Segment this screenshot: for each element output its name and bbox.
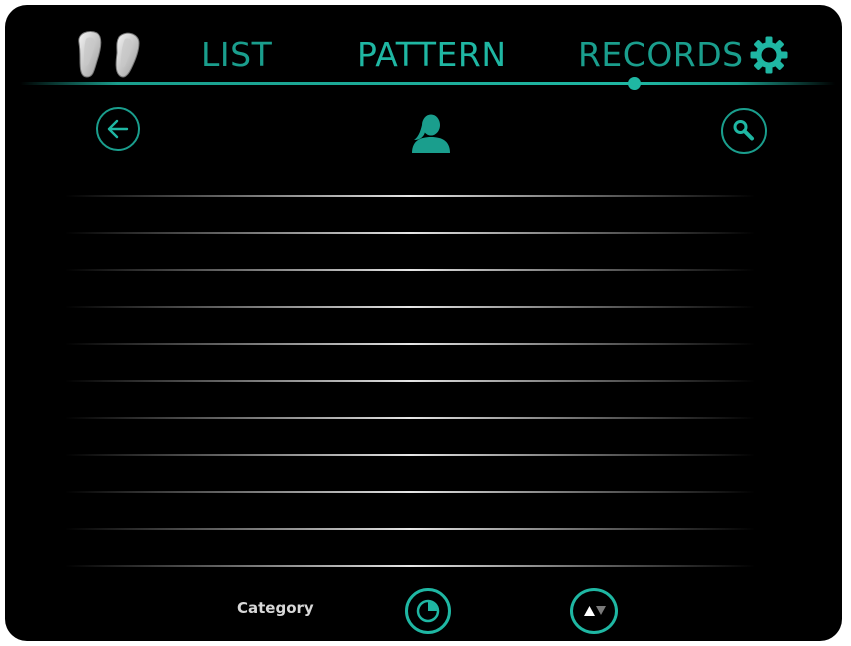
app-screen: LIST PATTERN RECORDS Category xyxy=(5,5,842,641)
row-divider xyxy=(65,417,755,419)
arrow-left-icon xyxy=(107,119,129,139)
row-divider xyxy=(65,565,755,567)
sort-up-down-icon xyxy=(584,606,606,616)
search-icon xyxy=(733,120,754,141)
footprints-logo-icon xyxy=(78,30,140,78)
row-divider xyxy=(65,528,755,530)
category-label[interactable]: Category xyxy=(237,599,314,617)
gear-icon[interactable] xyxy=(749,35,789,75)
tab-records[interactable]: RECORDS xyxy=(578,35,744,75)
row-divider xyxy=(65,195,755,197)
person-icon xyxy=(412,114,450,153)
row-divider xyxy=(65,343,755,345)
pie-chart-icon xyxy=(416,599,440,623)
nav-position-indicator xyxy=(628,77,641,90)
row-divider xyxy=(65,380,755,382)
row-divider xyxy=(65,306,755,308)
row-divider xyxy=(65,491,755,493)
sort-button[interactable] xyxy=(570,588,618,634)
back-button[interactable] xyxy=(96,107,140,151)
row-divider xyxy=(65,454,755,456)
search-button[interactable] xyxy=(721,108,767,154)
row-divider xyxy=(65,269,755,271)
row-divider xyxy=(65,232,755,234)
tab-list[interactable]: LIST xyxy=(201,35,272,75)
chart-button[interactable] xyxy=(405,588,451,634)
tab-pattern[interactable]: PATTERN xyxy=(357,35,507,75)
nav-underline xyxy=(20,82,835,85)
